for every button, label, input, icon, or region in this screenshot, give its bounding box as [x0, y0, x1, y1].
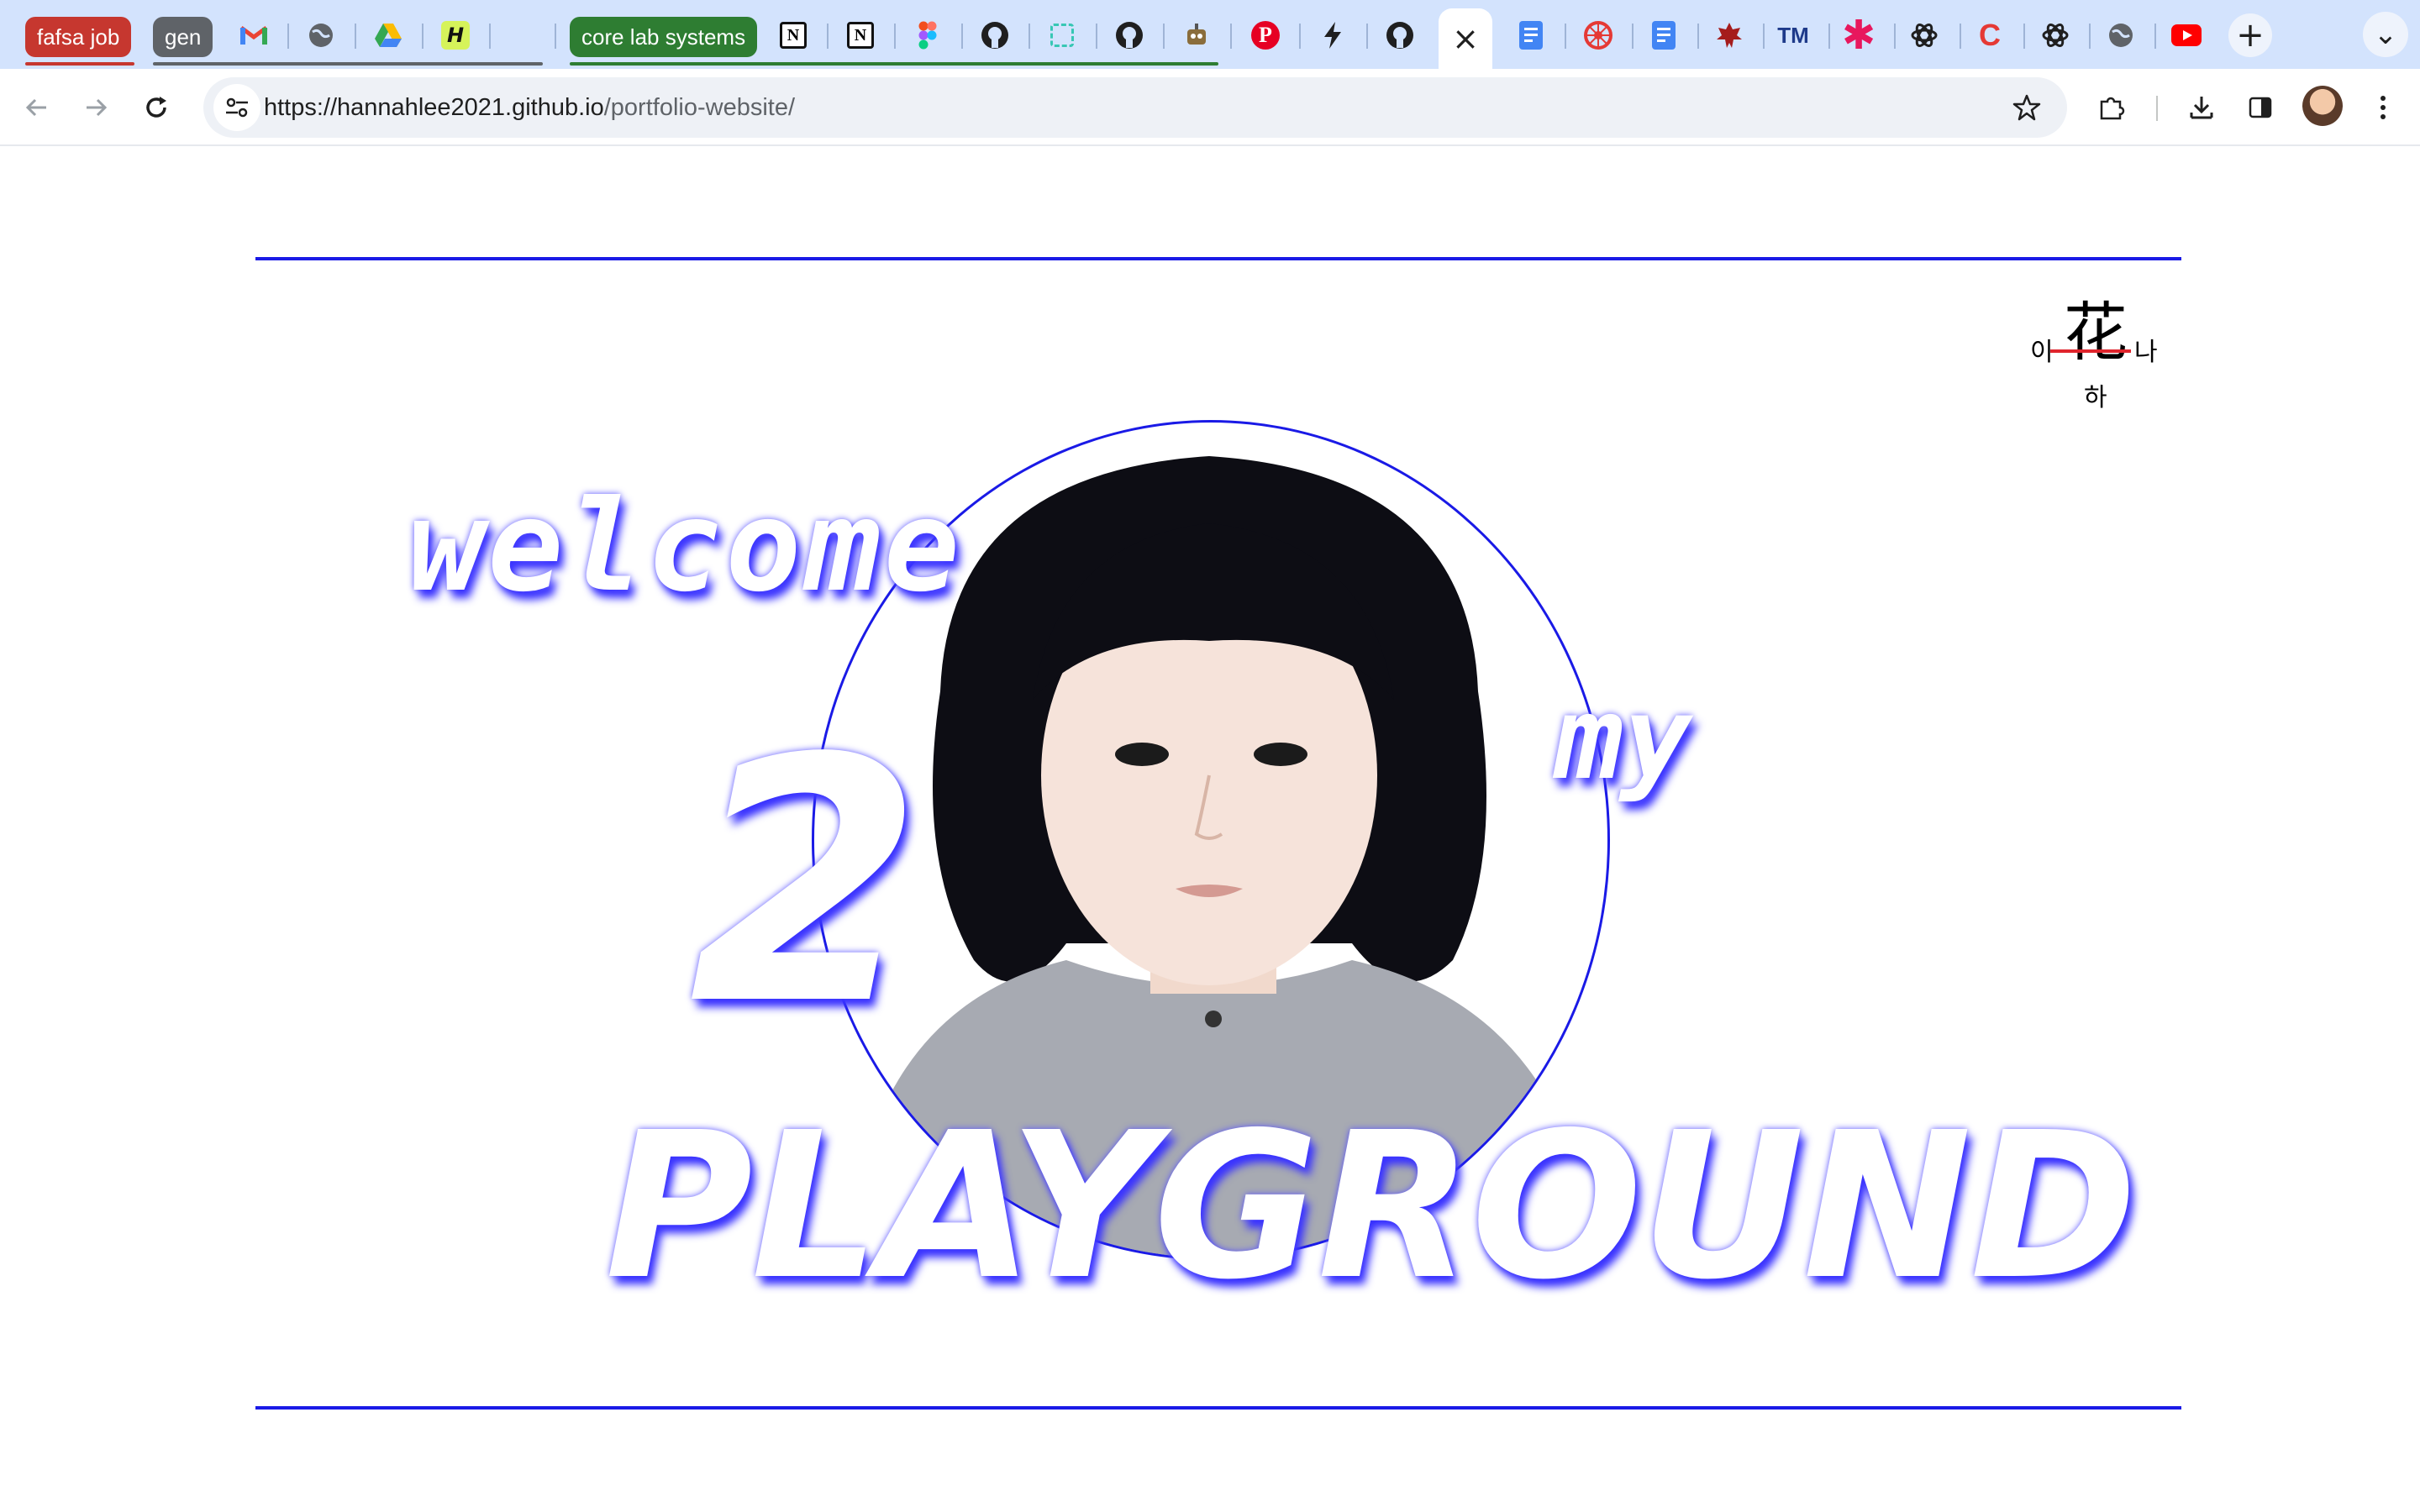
tab-group-core-lab-systems[interactable]: core lab systems: [570, 17, 758, 57]
bottom-divider-line: [255, 1406, 2181, 1410]
tab-search-button[interactable]: ⌄: [2363, 12, 2408, 57]
notion-icon[interactable]: N: [775, 17, 812, 54]
extensions-button[interactable]: [2087, 84, 2134, 131]
tab-group-underline: [153, 62, 543, 66]
download-icon: [2190, 97, 2213, 119]
reload-icon: [146, 97, 166, 118]
new-tab-button[interactable]: +: [2228, 13, 2272, 57]
openai-icon[interactable]: [2037, 17, 2074, 54]
side-panel-icon: [2249, 97, 2272, 118]
globe-icon[interactable]: [2102, 17, 2139, 54]
github-icon[interactable]: [1381, 17, 1418, 54]
close-tab-icon[interactable]: ×: [1452, 20, 1479, 57]
active-tab[interactable]: ×: [1439, 8, 1492, 69]
youtube-icon[interactable]: [2168, 17, 2205, 54]
pinterest-icon[interactable]: P: [1247, 17, 1284, 54]
site-settings-icon[interactable]: [213, 84, 260, 131]
asterisk-icon[interactable]: ✱: [1840, 15, 1877, 55]
figma-icon[interactable]: [909, 17, 946, 54]
downloads-button[interactable]: [2178, 84, 2225, 131]
notion-icon[interactable]: N: [842, 17, 879, 54]
profile-avatar[interactable]: [2302, 86, 2343, 126]
url-path: /portfolio-website/: [603, 94, 796, 121]
url-text[interactable]: https://hannahlee2021.github.io/portfoli…: [264, 77, 795, 138]
arrow-right-icon: [87, 98, 108, 117]
more-vert-icon: [2381, 96, 2386, 119]
logo-strike-line: [2050, 349, 2131, 353]
hero-playground-text: PLAYGROUND: [605, 1089, 2138, 1324]
address-bar[interactable]: https://hannahlee2021.github.io/portfoli…: [203, 77, 2067, 138]
site-logo[interactable]: 이 花 나 하: [2025, 301, 2160, 418]
toolbar-divider: [2156, 96, 2158, 121]
back-button[interactable]: [13, 84, 60, 131]
page-content: 이 花 나 하 welcome 2 my PLAYGROUND: [0, 148, 2420, 1512]
github-icon[interactable]: [1111, 17, 1148, 54]
globe-icon[interactable]: [302, 17, 339, 54]
maple-leaf-icon[interactable]: [1711, 17, 1748, 54]
bookmark-star-icon[interactable]: [2003, 84, 2050, 131]
reload-button[interactable]: [133, 84, 180, 131]
logo-char-right: 나: [2134, 338, 2158, 367]
puzzle-icon: [2100, 97, 2125, 120]
tab-group-underline: [570, 62, 1218, 66]
openai-icon[interactable]: [1906, 17, 1943, 54]
ucla-icon[interactable]: [1580, 17, 1617, 54]
tab-group-underline: [25, 62, 134, 66]
url-host: https://hannahlee2021.github.io: [264, 94, 604, 121]
bolt-icon[interactable]: [1314, 17, 1351, 54]
menu-button[interactable]: [2360, 84, 2407, 131]
gmail-icon[interactable]: [235, 17, 272, 54]
hero-welcome-text: welcome: [408, 474, 964, 620]
tm-icon[interactable]: TM: [1775, 17, 1812, 54]
hero-two-text: 2: [689, 688, 923, 1079]
h-app-icon[interactable]: H: [437, 17, 474, 54]
logo-char-center: 花: [2064, 295, 2128, 370]
arrow-left-icon: [25, 98, 46, 117]
google-docs-icon[interactable]: [1512, 17, 1549, 54]
browser-toolbar: https://hannahlee2021.github.io/portfoli…: [0, 69, 2420, 146]
logo-char-bottom: 하: [2084, 383, 2107, 412]
c-icon[interactable]: C: [1971, 17, 2008, 54]
side-panel-button[interactable]: [2237, 84, 2284, 131]
google-docs-icon[interactable]: [1645, 17, 1682, 54]
tab-strip: fafsa job gen H core lab systems N N P ×…: [0, 0, 2420, 69]
github-icon[interactable]: [976, 17, 1013, 54]
plus-icon: +: [2236, 16, 2265, 55]
google-drive-icon[interactable]: [370, 17, 407, 54]
hero-my-text: my: [1555, 673, 1692, 806]
forward-button[interactable]: [72, 84, 119, 131]
chevron-down-icon: ⌄: [2373, 17, 2398, 51]
robot-icon[interactable]: [1178, 17, 1215, 54]
top-divider-line: [255, 257, 2181, 260]
tab-group-gen[interactable]: gen: [153, 17, 213, 57]
tab-group-fafsa-job[interactable]: fafsa job: [25, 17, 132, 57]
dashed-square-icon[interactable]: [1044, 17, 1081, 54]
